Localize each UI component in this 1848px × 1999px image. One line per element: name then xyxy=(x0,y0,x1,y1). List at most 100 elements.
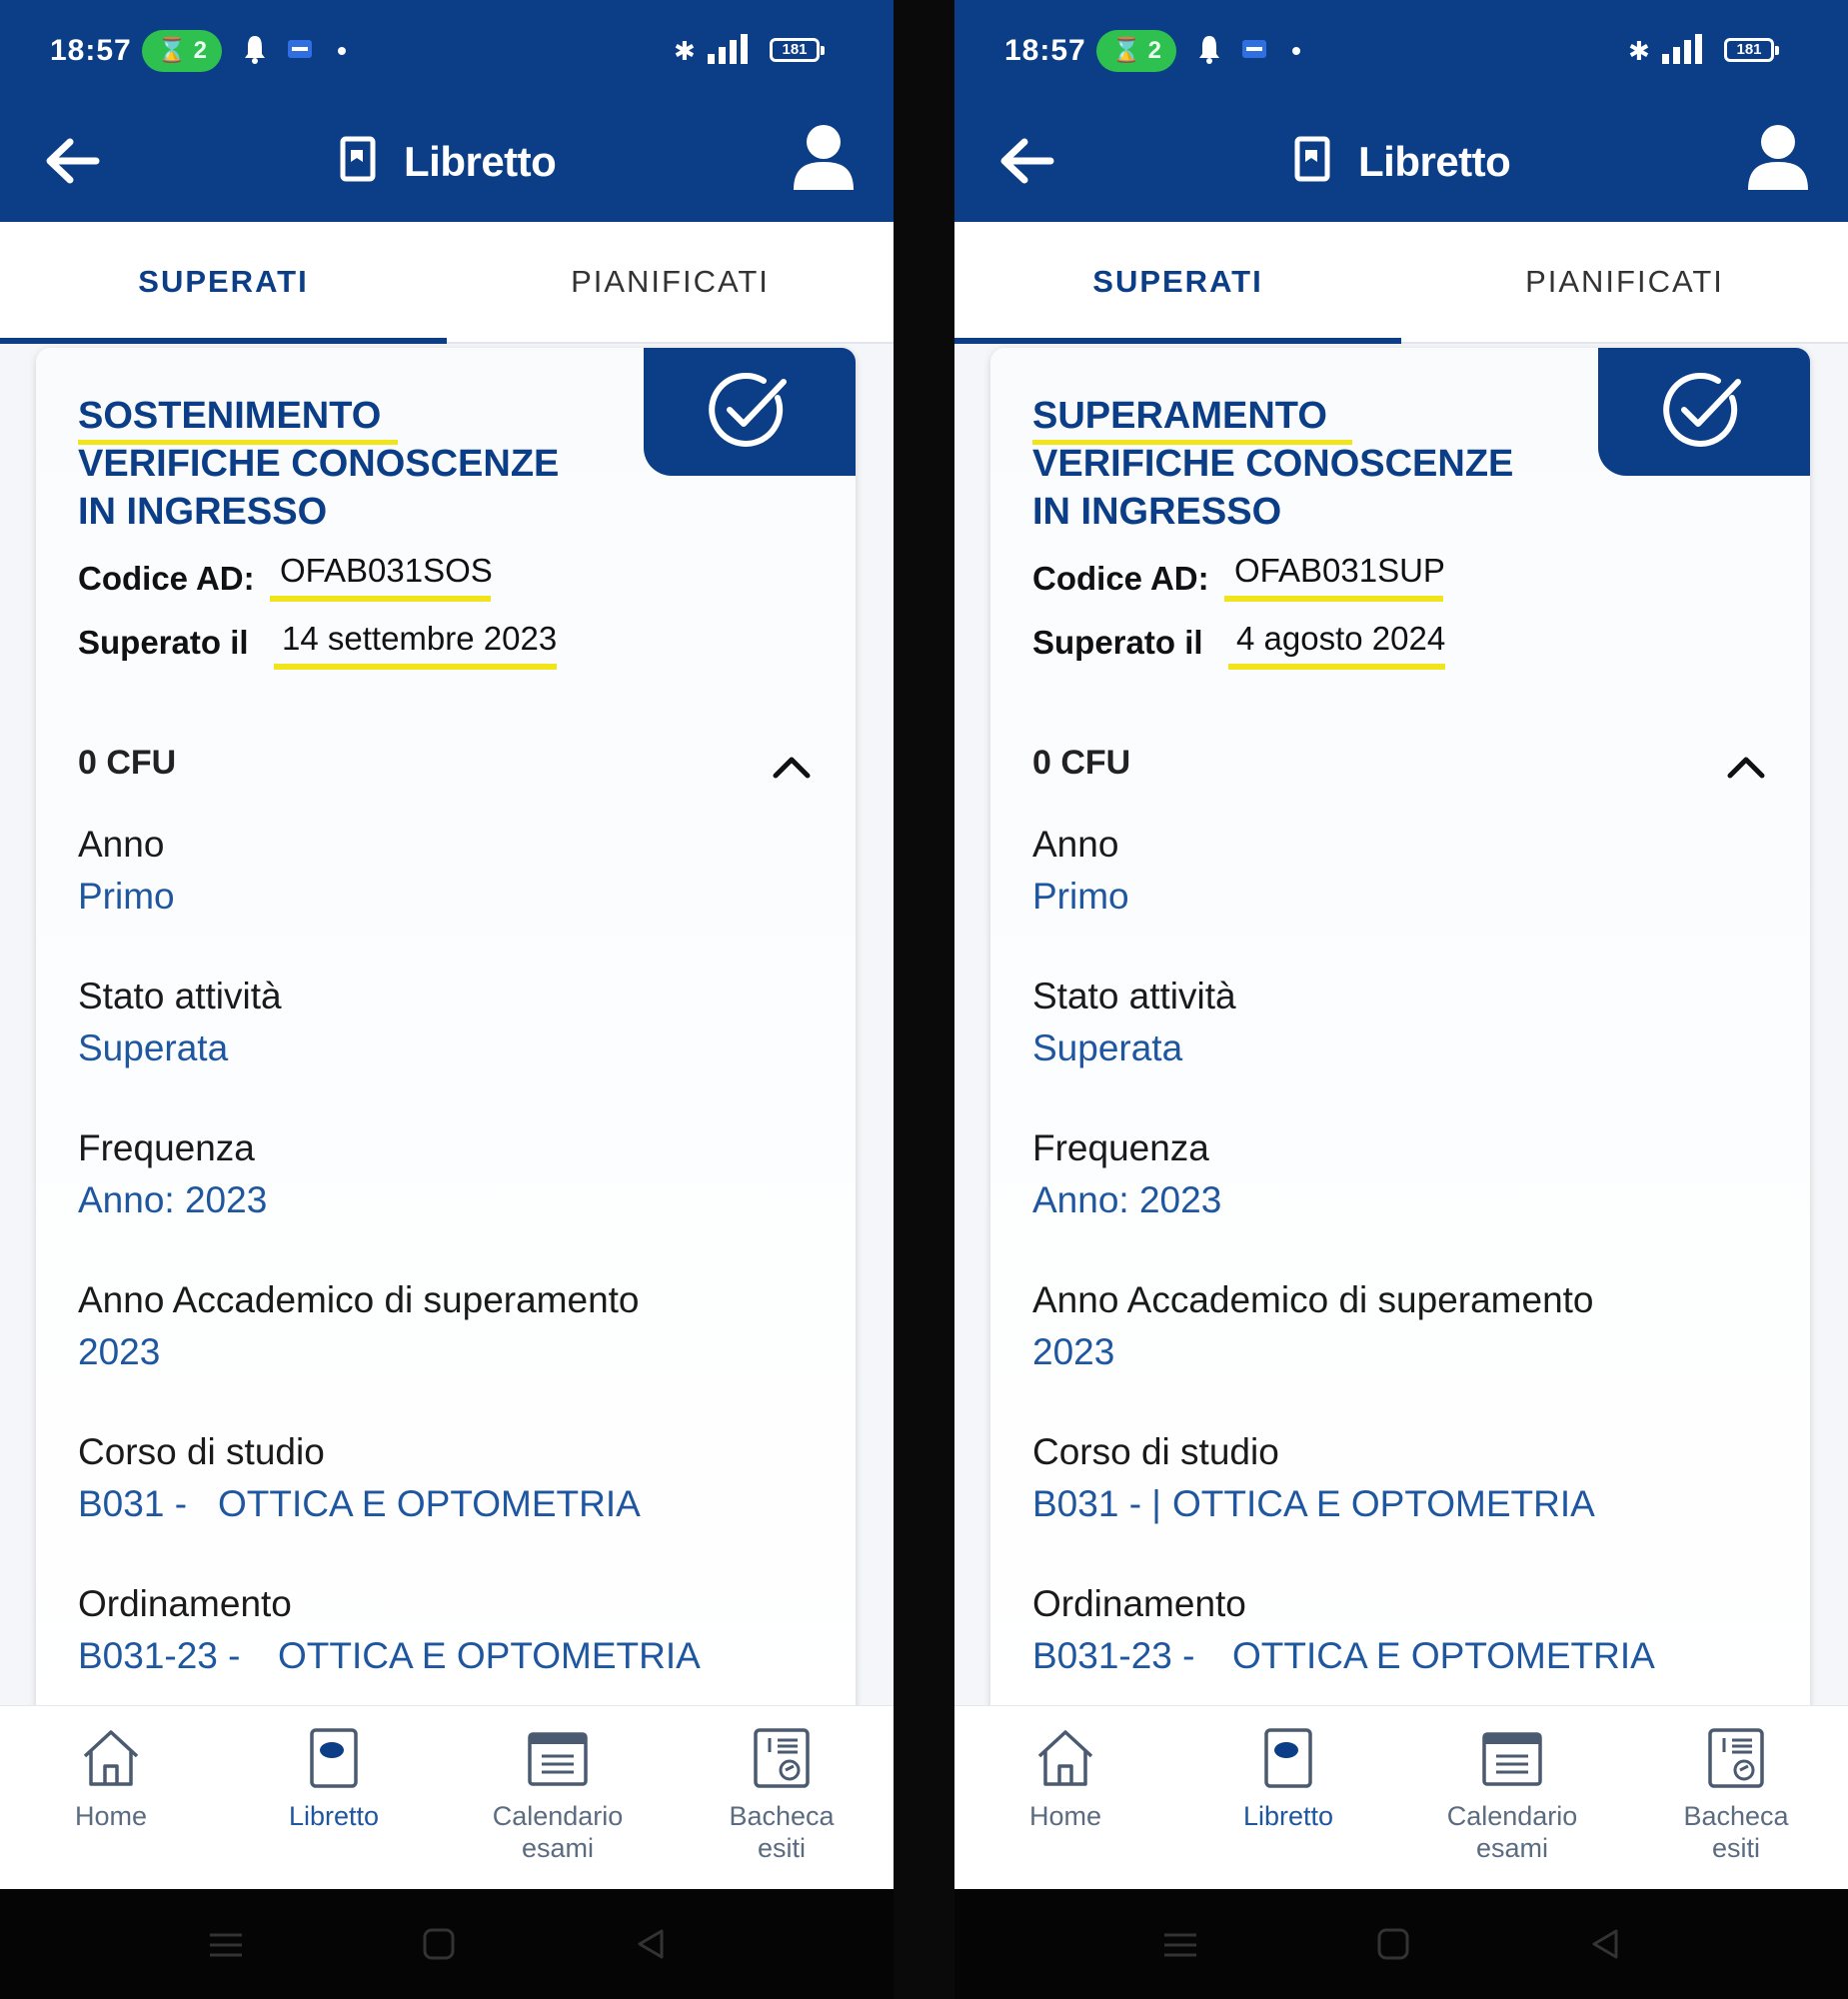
field-anno: Anno Primo xyxy=(1032,824,1129,918)
user-profile-icon[interactable] xyxy=(792,122,856,192)
course-name: OTTICA E OPTOMETRIA xyxy=(218,1483,641,1524)
codice-value: OFAB031SUP xyxy=(1234,552,1445,589)
course-title: SOSTENIMENTO VERIFICHE CONOSCENZE IN ING… xyxy=(78,392,598,536)
content-area[interactable]: SOSTENIMENTO VERIFICHE CONOSCENZE IN ING… xyxy=(0,344,894,1705)
superato-date: 4 agosto 2024 xyxy=(1236,620,1446,657)
highlight-mark xyxy=(274,664,558,670)
notification-dot-icon xyxy=(1292,47,1300,55)
field-value: B031-23 - OTTICA E OPTOMETRIA xyxy=(78,1635,701,1677)
field-label: Frequenza xyxy=(78,1127,255,1168)
user-profile-icon[interactable] xyxy=(1746,122,1810,192)
superato-label: Superato il xyxy=(1032,624,1203,661)
nav-bacheca-esiti[interactable]: Bacheca esiti xyxy=(682,1726,882,1864)
field-stato: Stato attività Superata xyxy=(1032,976,1236,1069)
nav-label: Bacheca esiti xyxy=(1636,1800,1836,1864)
book-icon xyxy=(340,136,376,182)
calendar-icon xyxy=(1482,1732,1542,1786)
nav-label: Home xyxy=(74,1801,148,1831)
calendar-icon xyxy=(528,1732,588,1786)
field-value: Primo xyxy=(1032,876,1129,917)
app-bar: Libretto xyxy=(954,102,1848,222)
nav-calendario-esami[interactable]: Calendario esami xyxy=(458,1726,658,1864)
home-square-icon[interactable] xyxy=(422,1927,456,1961)
cfu-value: 0 CFU xyxy=(1032,744,1131,782)
status-pill: ⌛ 2 xyxy=(142,30,222,72)
page-title: Libretto xyxy=(404,138,557,185)
signal-icon xyxy=(708,34,760,64)
bluetooth-icon: ✱ xyxy=(1628,36,1650,66)
back-triangle-icon[interactable] xyxy=(636,1927,666,1961)
tab-pianificati[interactable]: PIANIFICATI xyxy=(1401,222,1848,342)
nav-label: Home xyxy=(1028,1801,1102,1831)
back-arrow-icon[interactable] xyxy=(44,136,100,186)
field-label: Ordinamento xyxy=(78,1583,292,1624)
status-right: ✱ 181 xyxy=(674,30,834,70)
results-board-icon xyxy=(754,1728,810,1788)
nav-libretto[interactable]: Libretto xyxy=(234,1726,434,1832)
field-value: B031 - | OTTICA E OPTOMETRIA xyxy=(1032,1483,1595,1525)
nav-label-line: esiti xyxy=(1711,1833,1760,1863)
nav-home[interactable]: Home xyxy=(965,1726,1165,1832)
book-icon xyxy=(1294,136,1330,182)
field-label: Stato attività xyxy=(78,976,282,1016)
message-icon xyxy=(288,40,312,58)
home-icon xyxy=(83,1730,139,1786)
menu-icon[interactable] xyxy=(1162,1931,1198,1959)
superato-date: 14 settembre 2023 xyxy=(282,620,558,657)
highlight-mark xyxy=(270,596,491,602)
nav-bacheca-esiti[interactable]: Bacheca esiti xyxy=(1636,1726,1836,1864)
nav-calendario-esami[interactable]: Calendario esami xyxy=(1412,1726,1612,1864)
exam-card[interactable]: SUPERAMENTO VERIFICHE CONOSCENZE IN INGR… xyxy=(990,348,1810,1705)
home-square-icon[interactable] xyxy=(1376,1927,1410,1961)
tab-superati[interactable]: SUPERATI xyxy=(0,222,447,342)
tab-superati[interactable]: SUPERATI xyxy=(954,222,1401,342)
phone-screen-left: 18:57 ⌛ 2 ✱ 181 Libretto SUPERATI PIANIF… xyxy=(0,0,894,1999)
field-ordinamento: Ordinamento B031-23 - OTTICA E OPTOMETRI… xyxy=(78,1583,701,1677)
nav-label: Bacheca esiti xyxy=(682,1800,882,1864)
field-value: Superata xyxy=(1032,1027,1183,1068)
status-bar: 18:57 ⌛ 2 ✱ 181 xyxy=(0,0,894,102)
menu-icon[interactable] xyxy=(208,1931,244,1959)
nav-label-line: Bacheca xyxy=(1683,1801,1789,1831)
status-time: 18:57 xyxy=(1004,34,1086,67)
field-label: Stato attività xyxy=(1032,976,1236,1016)
course-title-line: IN INGRESSO xyxy=(78,491,328,533)
chevron-up-icon[interactable] xyxy=(770,752,814,782)
course-title: SUPERAMENTO VERIFICHE CONOSCENZE IN INGR… xyxy=(1032,392,1552,536)
home-icon xyxy=(1037,1730,1093,1786)
codice-row: Codice AD: OFAB031SOS xyxy=(78,552,493,598)
nav-home[interactable]: Home xyxy=(11,1726,211,1832)
course-title-line: SUPERAMENTO xyxy=(1032,395,1327,437)
codice-row: Codice AD: OFAB031SUP xyxy=(1032,552,1445,598)
course-name: OTTICA E OPTOMETRIA xyxy=(1172,1483,1595,1524)
field-label: Corso di studio xyxy=(78,1431,325,1472)
bluetooth-icon: ✱ xyxy=(674,36,696,66)
nav-label: Libretto xyxy=(288,1801,380,1831)
course-title-line: VERIFICHE CONOSCENZE xyxy=(1032,443,1514,485)
back-arrow-icon[interactable] xyxy=(998,136,1054,186)
chevron-up-icon[interactable] xyxy=(1724,752,1768,782)
course-title-line: VERIFICHE CONOSCENZE xyxy=(78,443,560,485)
tab-pianificati[interactable]: PIANIFICATI xyxy=(447,222,894,342)
ordinamento-code: B031-23 - xyxy=(1032,1635,1195,1676)
field-label: Ordinamento xyxy=(1032,1583,1246,1624)
content-area[interactable]: SUPERAMENTO VERIFICHE CONOSCENZE IN INGR… xyxy=(954,344,1848,1705)
battery-icon: 181 xyxy=(770,38,825,62)
codice-value: OFAB031SOS xyxy=(280,552,493,589)
course-code: B031 - | xyxy=(1032,1483,1161,1524)
highlight-mark xyxy=(1032,440,1352,445)
nav-libretto[interactable]: Libretto xyxy=(1188,1726,1388,1832)
check-circle-icon xyxy=(1663,372,1741,447)
exam-card[interactable]: SOSTENIMENTO VERIFICHE CONOSCENZE IN ING… xyxy=(36,348,856,1705)
field-ordinamento: Ordinamento B031-23 - OTTICA E OPTOMETRI… xyxy=(1032,1583,1655,1677)
field-value: Primo xyxy=(78,876,175,917)
course-title-line: IN INGRESSO xyxy=(1032,491,1282,533)
back-triangle-icon[interactable] xyxy=(1590,1927,1620,1961)
status-bar: 18:57 ⌛ 2 ✱ 181 xyxy=(954,0,1848,102)
bell-icon xyxy=(245,36,265,64)
field-value: Anno: 2023 xyxy=(78,1179,268,1220)
ordinamento-name: OTTICA E OPTOMETRIA xyxy=(1232,1635,1655,1676)
superato-label: Superato il xyxy=(78,624,249,661)
nav-label-line: Bacheca xyxy=(729,1801,835,1831)
field-label: Anno xyxy=(1032,824,1119,865)
